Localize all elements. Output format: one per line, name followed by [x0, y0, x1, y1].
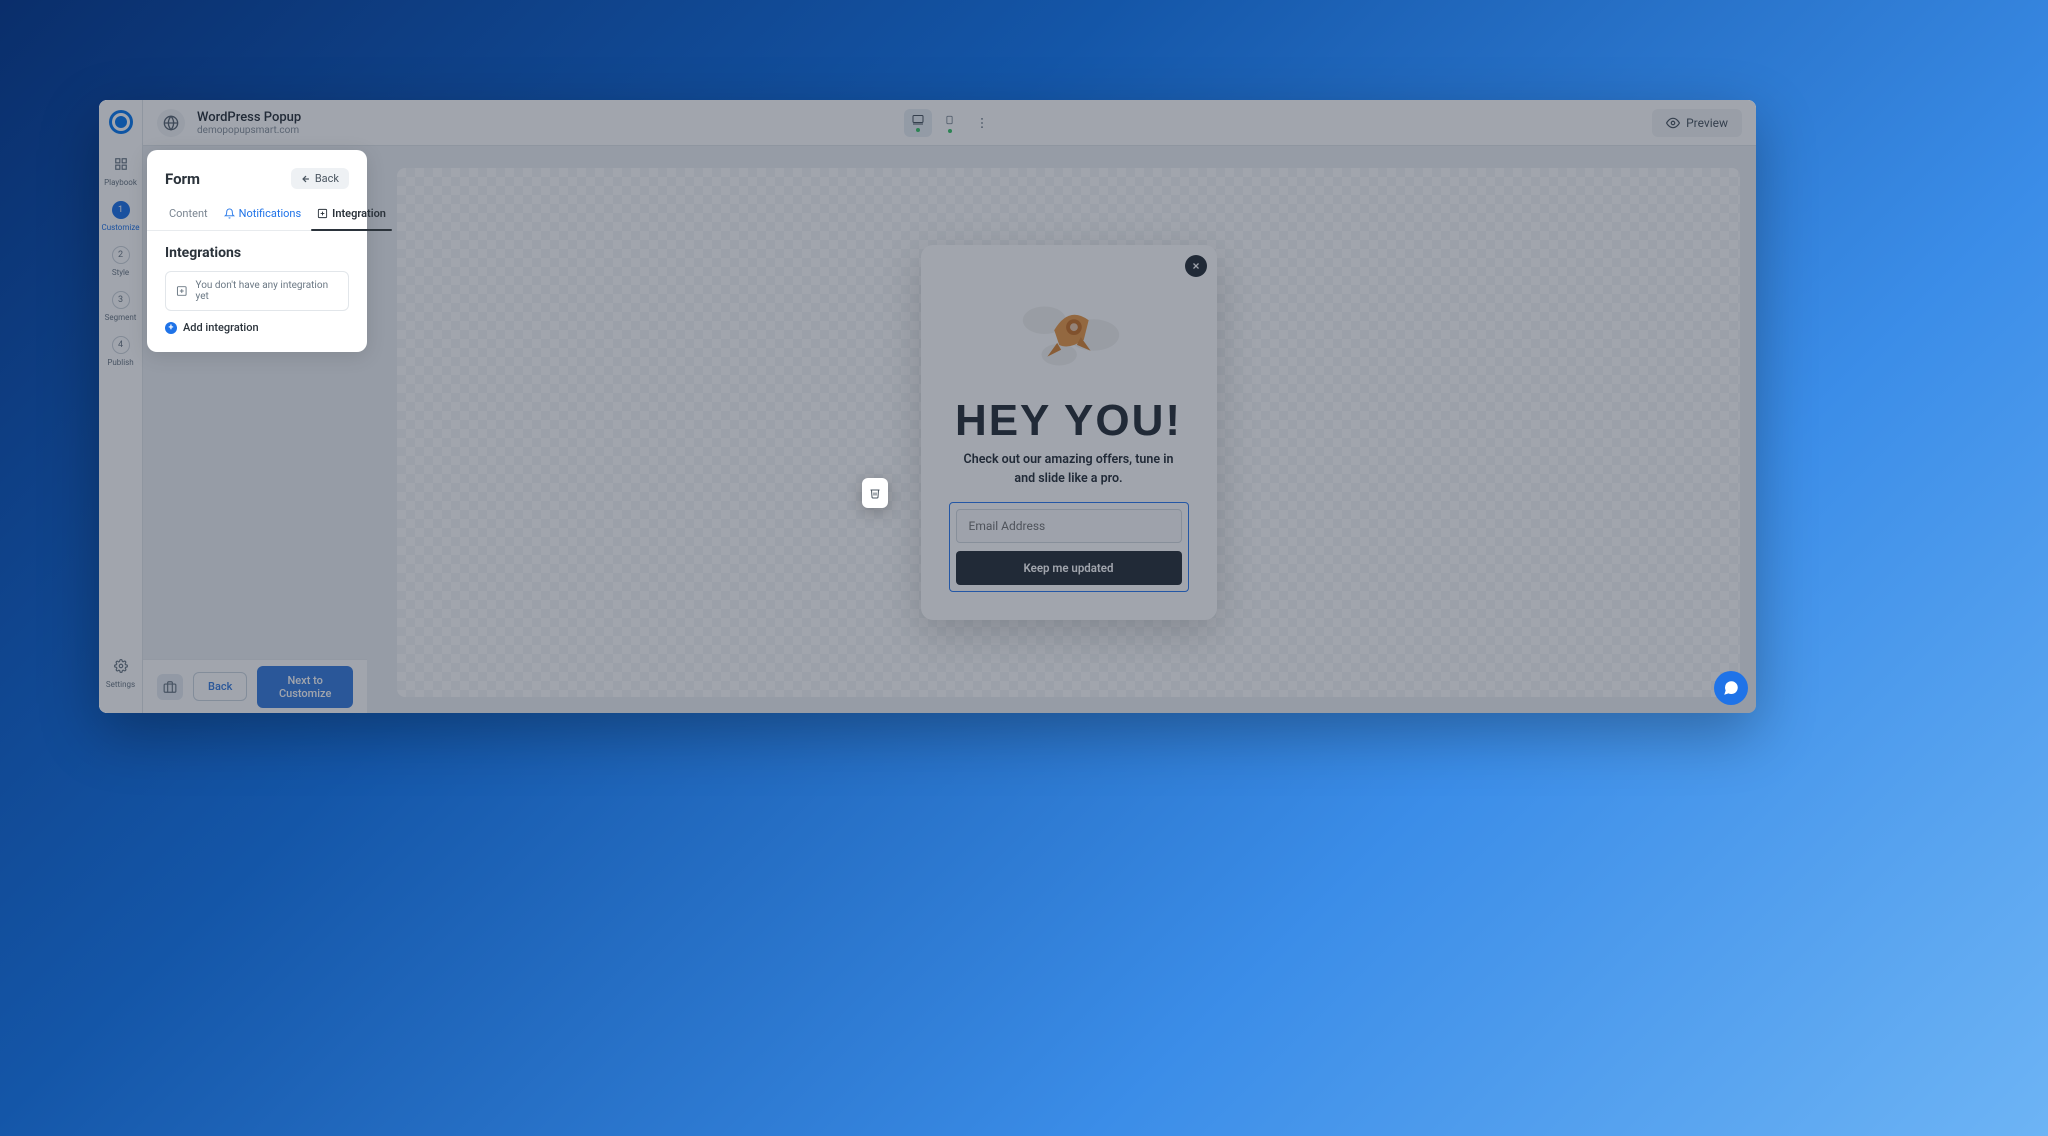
- eye-icon: [1666, 116, 1680, 130]
- preview-label: Preview: [1686, 116, 1728, 130]
- desktop-device-button[interactable]: [904, 109, 932, 137]
- section-title: Integrations: [165, 245, 349, 261]
- page-subtitle: demopopupsmart.com: [197, 125, 301, 136]
- tab-notifications[interactable]: Notifications: [218, 201, 308, 230]
- left-rail: Playbook 1 Customize 2 Style 3 Segment 4…: [99, 100, 143, 713]
- step-number: 3: [112, 291, 130, 309]
- add-integration-button[interactable]: + Add integration: [165, 321, 349, 334]
- close-icon: [1191, 261, 1201, 271]
- panel-footer: Back Next to Customize: [143, 659, 367, 713]
- panel-title: Form: [165, 170, 200, 188]
- page-title: WordPress Popup: [197, 110, 301, 125]
- bell-icon: [224, 208, 235, 219]
- rail-label: Settings: [106, 680, 135, 689]
- rail-label: Segment: [105, 313, 137, 322]
- delete-float-button[interactable]: [862, 478, 888, 508]
- form-panel: Form Back Content Notifications Integrat…: [147, 150, 367, 352]
- trash-icon: [869, 486, 881, 500]
- step-number: 4: [112, 336, 130, 354]
- rail-label: Style: [112, 268, 129, 277]
- rail-label: Publish: [107, 358, 133, 367]
- footer-back-button[interactable]: Back: [193, 672, 247, 701]
- more-options-button[interactable]: [968, 109, 996, 137]
- popup-subheading: Check out our amazing offers, tune in an…: [949, 451, 1189, 489]
- mobile-device-button[interactable]: [936, 109, 964, 137]
- rocket-image: [1010, 285, 1128, 385]
- chat-button[interactable]: [1714, 671, 1748, 705]
- preview-button[interactable]: Preview: [1652, 109, 1742, 137]
- close-button[interactable]: [1185, 255, 1207, 277]
- email-input[interactable]: [956, 509, 1182, 543]
- device-toggle: [904, 109, 996, 137]
- arrow-left-icon: [301, 174, 311, 184]
- briefcase-icon[interactable]: [157, 674, 183, 700]
- step-number: 2: [112, 246, 130, 264]
- popup-preview: HEY YOU! Check out our amazing offers, t…: [921, 245, 1217, 621]
- footer-next-button[interactable]: Next to Customize: [257, 666, 353, 708]
- chat-icon: [1722, 679, 1740, 697]
- popup-form[interactable]: Keep me updated: [949, 502, 1189, 592]
- empty-text: You don't have any integration yet: [196, 280, 338, 302]
- rail-settings[interactable]: Settings: [106, 656, 135, 689]
- rail-label: Customize: [102, 223, 140, 232]
- panel-back-button[interactable]: Back: [291, 168, 349, 189]
- box-icon: [176, 285, 188, 297]
- canvas: HEY YOU! Check out our amazing offers, t…: [397, 168, 1740, 697]
- rail-label: Playbook: [104, 178, 137, 187]
- gear-icon: [111, 656, 131, 676]
- rail-step-style[interactable]: 2 Style: [112, 246, 130, 277]
- submit-button[interactable]: Keep me updated: [956, 551, 1182, 585]
- plus-icon: +: [165, 322, 177, 334]
- rail-step-publish[interactable]: 4 Publish: [107, 336, 133, 367]
- globe-icon[interactable]: [157, 109, 185, 137]
- rail-step-segment[interactable]: 3 Segment: [105, 291, 137, 322]
- integration-icon: [317, 208, 328, 219]
- app-logo: [109, 110, 133, 134]
- add-label: Add integration: [183, 321, 259, 334]
- back-label: Back: [315, 172, 339, 185]
- popup-heading: HEY YOU!: [949, 399, 1189, 443]
- tab-content[interactable]: Content: [163, 201, 214, 230]
- rail-playbook[interactable]: Playbook: [104, 154, 137, 187]
- rail-step-customize[interactable]: 1 Customize: [102, 201, 140, 232]
- tab-integration[interactable]: Integration: [311, 201, 392, 230]
- playbook-icon: [111, 154, 131, 174]
- step-number: 1: [112, 201, 130, 219]
- topbar: WordPress Popup demopopupsmart.com Previ…: [143, 100, 1756, 146]
- empty-integration-box: You don't have any integration yet: [165, 271, 349, 311]
